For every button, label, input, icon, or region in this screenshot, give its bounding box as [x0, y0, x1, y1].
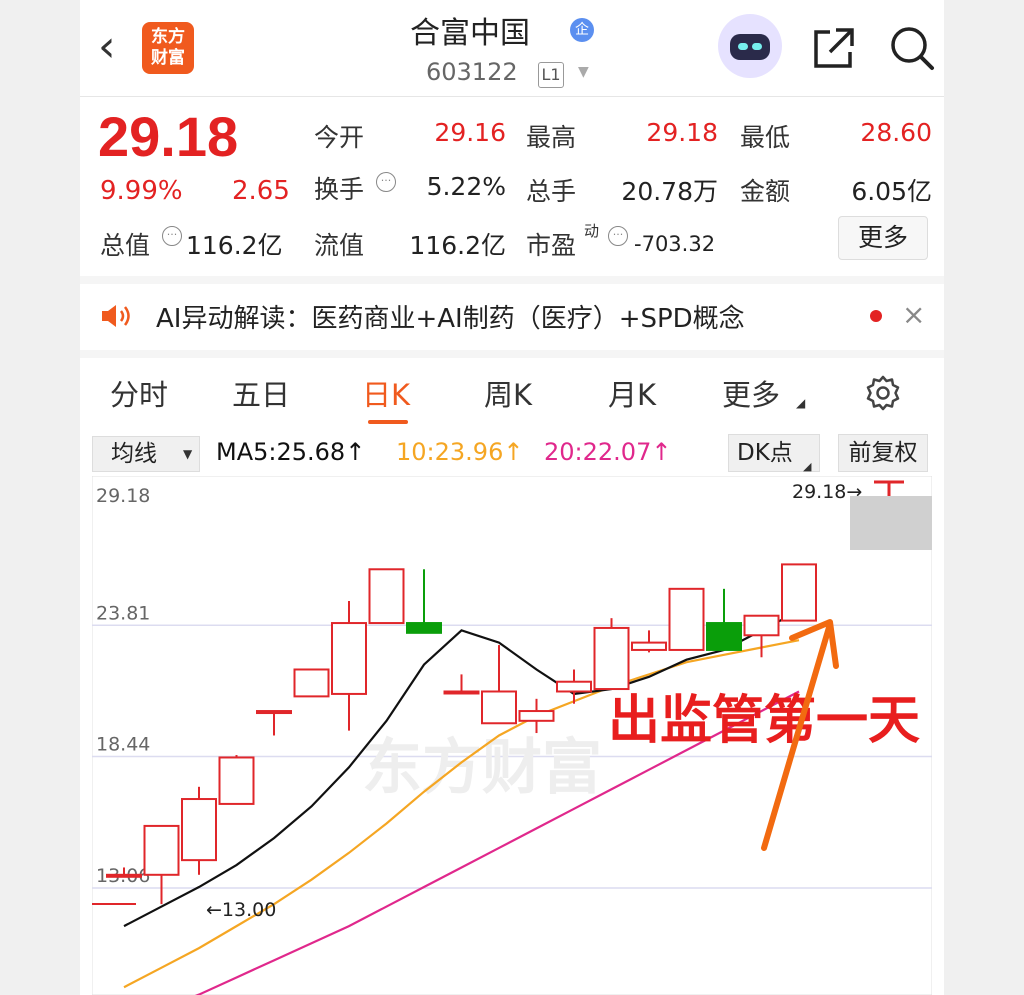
tab-daily-k[interactable]: 日K	[362, 372, 410, 414]
close-icon[interactable]: ×	[902, 298, 925, 331]
candle-body	[143, 824, 180, 876]
ma20-value: 20:22.07↑	[544, 438, 672, 466]
divider	[80, 96, 944, 97]
candle-body	[556, 680, 592, 693]
caret-down-icon[interactable]: ▼	[578, 64, 589, 80]
stat-label: 金额	[740, 177, 791, 206]
candle-body	[218, 756, 255, 805]
stat-label: 流值	[314, 231, 365, 260]
ma5-value: MA5:25.68↑	[216, 438, 366, 466]
stat-label: 最低	[740, 123, 791, 152]
search-icon[interactable]	[888, 24, 936, 72]
logo-line1: 东方	[151, 27, 185, 47]
y-tick-label: 23.81	[96, 602, 150, 624]
active-tab-indicator	[368, 420, 408, 424]
current-price: 29.18	[98, 105, 239, 168]
change-percent: 9.99%	[100, 176, 183, 206]
info-icon[interactable]: ···	[376, 172, 396, 192]
speaker-icon	[102, 305, 130, 327]
share-icon[interactable]	[810, 24, 858, 72]
candle-body	[781, 563, 817, 622]
stat-label: 今开	[314, 123, 365, 152]
stat-value: 29.16	[434, 118, 506, 147]
candle-body	[368, 568, 405, 625]
adjust-button[interactable]: 前复权	[838, 434, 928, 472]
robot-face-icon	[730, 34, 770, 60]
kline-chart[interactable]: 29.1823.8118.4413.06 东方财富 29.18→←13.00 出…	[92, 476, 932, 995]
level-badge[interactable]: L1	[538, 62, 564, 88]
caret-down-icon: ▼	[183, 447, 193, 461]
candle-body	[443, 690, 480, 695]
annotation-text: 出监管第一天	[608, 690, 920, 751]
candle-body	[631, 641, 667, 651]
logo-line2: 财富	[151, 48, 185, 68]
tab-weekly-k[interactable]: 周K	[484, 372, 532, 414]
app-logo: 东方 财富	[142, 22, 194, 74]
tab-more[interactable]: 更多	[722, 372, 780, 414]
y-tick-label: 18.44	[96, 734, 150, 756]
ma10-value: 10:23.96↑	[396, 438, 524, 466]
stat-value: 29.18	[646, 118, 718, 147]
tab-monthly-k[interactable]: 月K	[608, 372, 656, 414]
caret-icon: ◢	[796, 396, 806, 410]
candle-body	[106, 873, 142, 878]
unread-dot	[870, 310, 882, 322]
divider	[80, 276, 944, 284]
tab-five-day[interactable]: 五日	[232, 372, 290, 414]
y-tick-label: 29.18	[96, 485, 150, 507]
stat-value: 6.05亿	[851, 177, 932, 206]
gear-icon[interactable]	[864, 374, 902, 412]
candle-body	[293, 668, 330, 698]
ai-assistant-avatar[interactable]	[718, 14, 782, 78]
current-price-marker	[850, 496, 932, 550]
watermark: 东方财富	[362, 733, 602, 803]
info-icon[interactable]: ···	[162, 226, 182, 246]
back-button[interactable]: ‹	[98, 22, 138, 72]
stat-label: 最高	[526, 123, 577, 152]
candle-body	[481, 690, 517, 725]
tab-intraday[interactable]: 分时	[110, 372, 168, 414]
divider	[80, 350, 944, 358]
change-amount: 2.65	[232, 176, 290, 206]
ma-selector[interactable]: 均线 ▼	[92, 436, 200, 472]
candle-body	[593, 626, 630, 691]
stat-value: 28.60	[860, 118, 932, 147]
candle-body	[668, 587, 705, 651]
stat-label-sup: 动	[584, 222, 600, 240]
dk-point-button[interactable]: DK点 ◢	[728, 434, 820, 473]
stat-value: 5.22%	[426, 172, 506, 201]
candle-body	[406, 622, 442, 634]
stat-label: 总值	[100, 231, 151, 260]
candle-body	[743, 614, 780, 637]
info-icon[interactable]: ···	[608, 226, 628, 246]
stock-code: 603122	[426, 58, 518, 86]
stat-value: -703.32	[634, 232, 716, 256]
candle-body	[706, 622, 742, 651]
stat-value: 20.78万	[621, 177, 718, 206]
ai-insight-link[interactable]: AI异动解读：医药商业+AI制药（医疗）+SPD概念	[156, 298, 745, 335]
stat-value: 116.2亿	[409, 231, 506, 260]
more-button[interactable]: 更多	[838, 216, 928, 260]
chevron-left-icon: ‹	[98, 21, 116, 72]
candle-body	[256, 710, 292, 715]
candle-body	[518, 710, 555, 722]
stock-name: 合富中国	[410, 16, 530, 51]
enterprise-badge: 企	[570, 18, 594, 42]
candle-body	[181, 798, 217, 862]
stat-value: 116.2亿	[186, 231, 283, 260]
stat-label: 换手	[314, 175, 365, 204]
app-screen: ‹ 东方 财富 合富中国 企 603122 L1 ▼ 29.18 9.99% 2…	[80, 0, 944, 995]
candle-body	[331, 622, 367, 695]
stat-label: 总手	[526, 177, 577, 206]
stat-label: 市盈	[526, 231, 577, 260]
low-label: ←13.00	[206, 899, 276, 921]
